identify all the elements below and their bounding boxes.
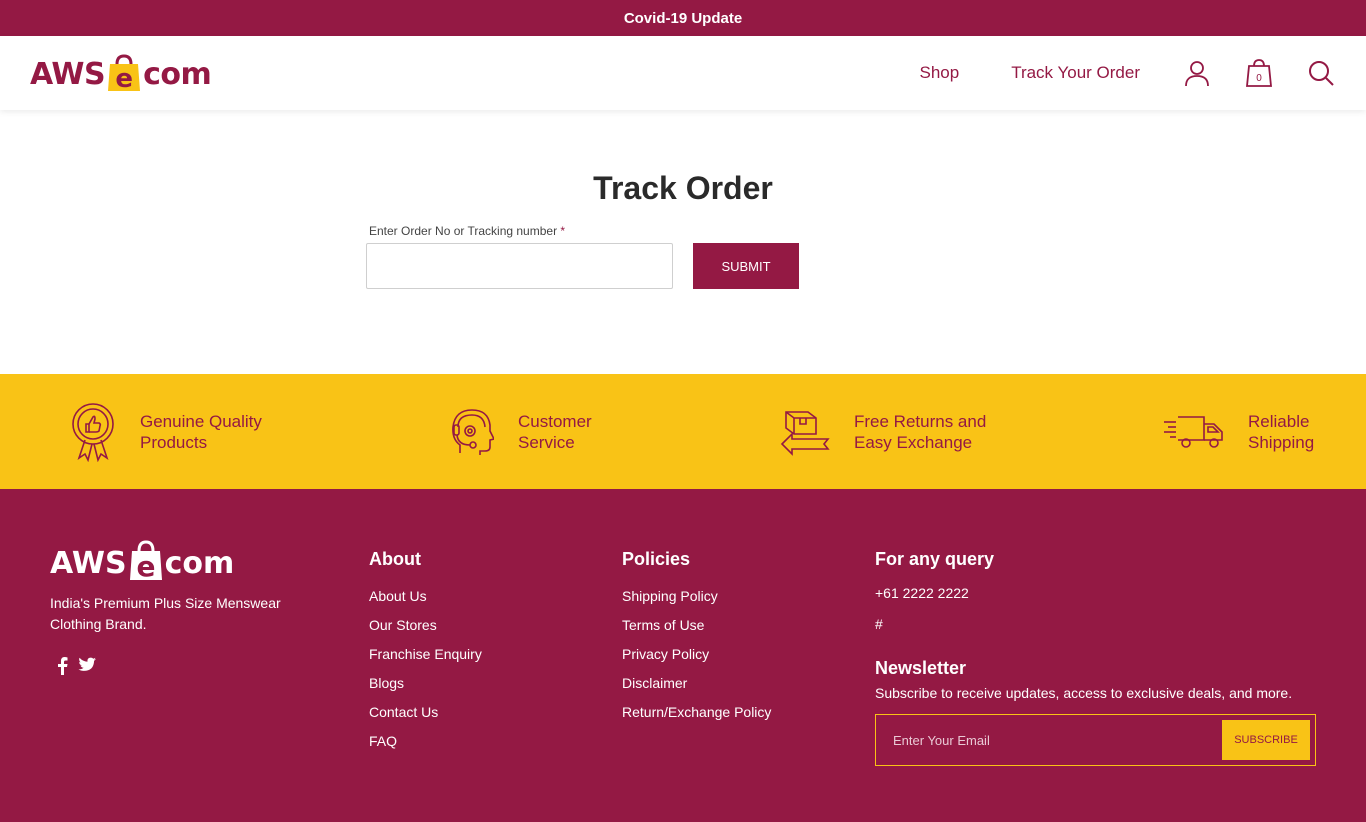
- footer-logo-bag-icon: e: [128, 539, 164, 583]
- feature-text: Reliable Shipping: [1248, 411, 1366, 453]
- feature-text: Free Returns and Easy Exchange: [854, 411, 1004, 453]
- contact-phone[interactable]: +61 2222 2222: [875, 585, 1315, 601]
- facebook-icon[interactable]: [56, 657, 68, 680]
- twitter-icon[interactable]: [78, 657, 96, 680]
- subscribe-button[interactable]: SUBSCRIBE: [1222, 720, 1310, 760]
- query-heading: For any query: [875, 549, 995, 569]
- logo-e-letter: e: [116, 64, 133, 92]
- feature-line1: Free Returns and: [854, 411, 987, 431]
- footer-logo[interactable]: AWS e com: [50, 539, 235, 583]
- newsletter-email-input[interactable]: [876, 719, 1222, 761]
- footer-link-our-stores[interactable]: Our Stores: [369, 617, 482, 633]
- footer-tagline: India's Premium Plus Size Menswear Cloth…: [50, 595, 281, 632]
- main-nav: Shop Track Your Order 0: [919, 58, 1336, 88]
- footer-link-blogs[interactable]: Blogs: [369, 675, 482, 691]
- feature-reliable-shipping: Reliable Shipping: [1162, 374, 1366, 489]
- feature-text: Customer Service: [518, 411, 668, 453]
- about-heading: About: [369, 549, 421, 569]
- newsletter-subtitle: Subscribe to receive updates, access to …: [875, 685, 1293, 701]
- order-number-label-text: Enter Order No or Tracking number: [369, 224, 558, 238]
- feature-genuine-quality: Genuine Quality Products: [70, 374, 290, 489]
- order-number-label: Enter Order No or Tracking number *: [369, 224, 565, 238]
- feature-line1: Genuine Quality: [140, 411, 262, 431]
- newsletter-heading: Newsletter: [875, 658, 967, 678]
- social-links: [56, 657, 96, 680]
- footer-link-disclaimer[interactable]: Disclaimer: [622, 675, 771, 691]
- submit-button[interactable]: SUBMIT: [693, 243, 799, 289]
- feature-customer-service: Customer Service: [448, 374, 668, 489]
- footer-policies-column: Policies Shipping Policy Terms of Use Pr…: [622, 549, 771, 733]
- footer-link-franchise-enquiry[interactable]: Franchise Enquiry: [369, 646, 482, 662]
- footer-link-terms-of-use[interactable]: Terms of Use: [622, 617, 771, 633]
- features-strip: Genuine Quality Products Customer Servic…: [0, 374, 1366, 489]
- footer-link-contact-us[interactable]: Contact Us: [369, 704, 482, 720]
- page-title: Track Order: [593, 170, 773, 206]
- footer-link-faq[interactable]: FAQ: [369, 733, 482, 749]
- feature-line1: Customer: [518, 411, 592, 431]
- feature-line1: Reliable: [1248, 411, 1310, 431]
- covid-banner[interactable]: Covid-19 Update: [0, 0, 1366, 36]
- feature-line2: Shipping: [1248, 432, 1315, 452]
- footer-query-column: For any query +61 2222 2222 # Newsletter…: [875, 549, 1316, 766]
- search-icon[interactable]: [1306, 58, 1336, 88]
- ribbon-thumbs-up-icon: [72, 402, 114, 462]
- feature-line2: Products: [140, 432, 208, 452]
- feature-line2: Service: [518, 432, 575, 452]
- logo-text-aws: AWS: [30, 57, 106, 92]
- logo-text-com: com: [143, 57, 212, 92]
- footer-link-about-us[interactable]: About Us: [369, 588, 482, 604]
- order-number-input[interactable]: [366, 243, 673, 289]
- cart-count: 0: [1256, 73, 1262, 84]
- site-logo[interactable]: AWS e com: [30, 54, 212, 94]
- footer-link-return-exchange-policy[interactable]: Return/Exchange Policy: [622, 704, 771, 720]
- return-box-icon: [780, 410, 830, 456]
- footer-logo-e-letter: e: [136, 550, 155, 581]
- footer-link-privacy-policy[interactable]: Privacy Policy: [622, 646, 771, 662]
- feature-free-returns: Free Returns and Easy Exchange: [780, 374, 1004, 489]
- nav-track-order-link[interactable]: Track Your Order: [1011, 63, 1140, 83]
- delivery-truck-icon: [1164, 415, 1223, 448]
- cart-bag-icon[interactable]: 0: [1244, 58, 1274, 88]
- headset-icon: [452, 408, 494, 455]
- site-header: AWS e com Shop Track Your Order 0: [0, 36, 1366, 110]
- feature-text: Genuine Quality Products: [140, 411, 290, 453]
- feature-line2: Easy Exchange: [854, 432, 973, 452]
- footer-logo-text-com: com: [164, 546, 235, 581]
- logo-bag-icon: e: [106, 54, 142, 94]
- user-account-icon[interactable]: [1182, 58, 1212, 88]
- newsletter-form: SUBSCRIBE: [875, 714, 1316, 766]
- required-asterisk: *: [560, 224, 566, 238]
- contact-email[interactable]: #: [875, 616, 1315, 632]
- policies-heading: Policies: [622, 549, 691, 569]
- site-footer: AWS e com India's Premium Plus Size Mens…: [0, 489, 1366, 822]
- footer-link-shipping-policy[interactable]: Shipping Policy: [622, 588, 771, 604]
- covid-banner-text[interactable]: Covid-19 Update: [624, 10, 742, 27]
- track-order-section: Track Order Enter Order No or Tracking n…: [0, 110, 1366, 374]
- footer-about-column: About About Us Our Stores Franchise Enqu…: [369, 549, 482, 762]
- footer-logo-text-aws: AWS: [50, 546, 127, 581]
- nav-shop-link[interactable]: Shop: [919, 63, 959, 83]
